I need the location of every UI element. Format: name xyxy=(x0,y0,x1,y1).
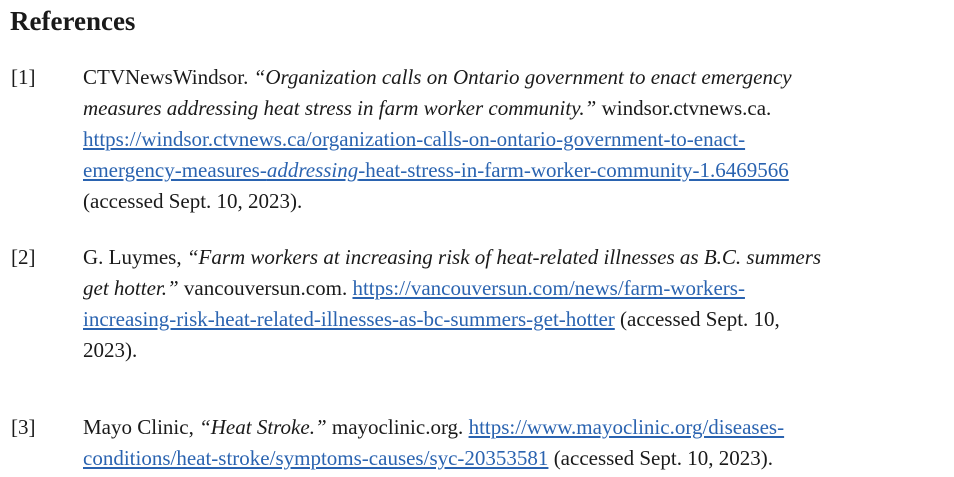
reference-accessed: (accessed Sept. 10, 2023). xyxy=(548,446,773,470)
reference-author: CTVNewsWindsor. xyxy=(83,65,254,89)
reference-line: conditions/heat-stroke/symptoms-causes/s… xyxy=(83,443,950,474)
reference-link[interactable]: https://www.mayoclinic.org/diseases- xyxy=(469,415,785,439)
reference-link-part: -heat-stress-in-farm-worker-community-1.… xyxy=(358,158,789,182)
reference-link[interactable]: conditions/heat-stroke/symptoms-causes/s… xyxy=(83,446,548,470)
reference-line: CTVNewsWindsor. “Organization calls on O… xyxy=(83,62,950,93)
reference-link[interactable]: https://vancouversun.com/news/farm-worke… xyxy=(352,276,744,300)
reference-title: measures addressing heat stress in farm … xyxy=(83,96,597,120)
reference-line: (accessed Sept. 10, 2023). xyxy=(83,186,950,217)
reference-title: “Organization calls on Ontario governmen… xyxy=(253,65,792,89)
reference-line: get hotter.” vancouversun.com. https://v… xyxy=(83,273,950,304)
reference-title: get hotter.” xyxy=(83,276,179,300)
reference-accessed: (accessed Sept. 10, xyxy=(614,307,780,331)
reference-text: Mayo Clinic, “Heat Stroke.” mayoclinic.o… xyxy=(83,412,950,474)
reference-site: mayoclinic.org. xyxy=(326,415,469,439)
reference-author: Mayo Clinic, xyxy=(83,415,200,439)
reference-accessed: 2023). xyxy=(83,338,138,362)
reference-link-part: emergency-measures- xyxy=(83,158,267,182)
reference-line: G. Luymes, “Farm workers at increasing r… xyxy=(83,242,950,273)
reference-number: [3] xyxy=(11,415,36,439)
reference-link[interactable]: increasing-risk-heat-related-illnesses-a… xyxy=(83,307,615,331)
reference-line: https://windsor.ctvnews.ca/organization-… xyxy=(83,124,950,155)
reference-number: [2] xyxy=(11,245,36,269)
reference-text: G. Luymes, “Farm workers at increasing r… xyxy=(83,242,950,366)
reference-title: “Heat Stroke.” xyxy=(199,415,327,439)
reference-link-part: addressing xyxy=(266,158,359,182)
reference-author: G. Luymes, xyxy=(83,245,187,269)
reference-number: [1] xyxy=(11,65,36,89)
reference-link[interactable]: https://windsor.ctvnews.ca/organization-… xyxy=(83,127,745,151)
reference-title: “Farm workers at increasing risk of heat… xyxy=(186,245,822,269)
reference-site: windsor.ctvnews.ca. xyxy=(596,96,772,120)
reference-line: emergency-measures-addressing-heat-stres… xyxy=(83,155,950,186)
reference-text: CTVNewsWindsor. “Organization calls on O… xyxy=(83,62,950,217)
reference-line: increasing-risk-heat-related-illnesses-a… xyxy=(83,304,950,335)
reference-line: measures addressing heat stress in farm … xyxy=(83,93,950,124)
reference-line: 2023). xyxy=(83,335,950,366)
references-heading: References xyxy=(10,6,136,36)
reference-line: Mayo Clinic, “Heat Stroke.” mayoclinic.o… xyxy=(83,412,950,443)
reference-link[interactable]: emergency-measures-addressing-heat-stres… xyxy=(83,158,789,182)
reference-site: vancouversun.com. xyxy=(178,276,353,300)
reference-accessed: (accessed Sept. 10, 2023). xyxy=(83,189,303,213)
